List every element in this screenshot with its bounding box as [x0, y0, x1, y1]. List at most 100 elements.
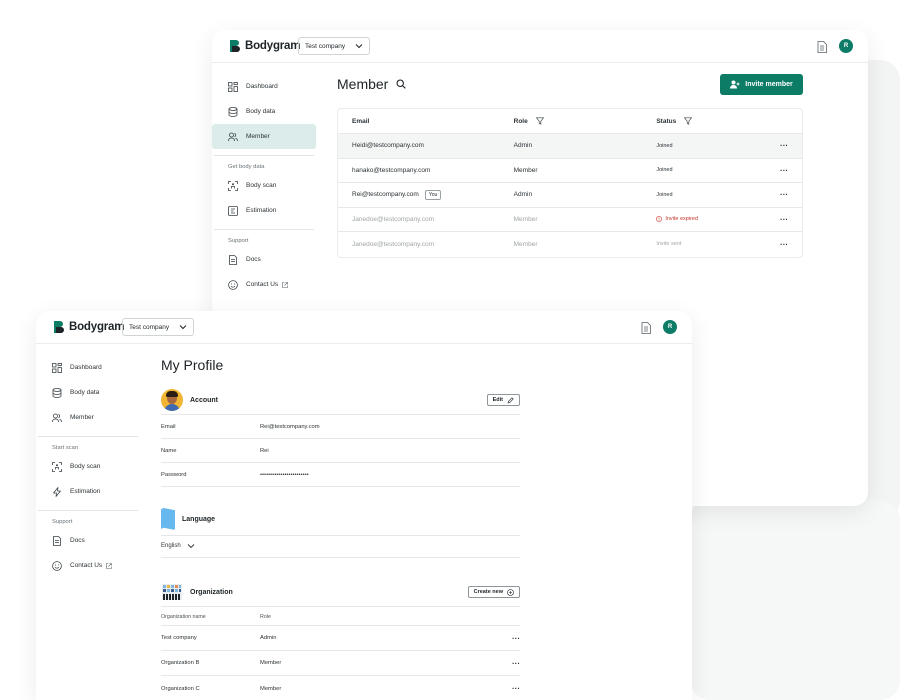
sidebar-item-body-scan[interactable]: Body scan — [212, 173, 316, 198]
edit-label: Edit — [492, 397, 503, 403]
scan-icon — [228, 180, 238, 191]
table-row: Organization C Member ··· — [161, 676, 520, 700]
more-options-button[interactable]: ··· — [766, 141, 802, 150]
table-row: Test company Admin ··· — [161, 626, 520, 651]
member-status: Joined — [656, 191, 673, 198]
filter-icon[interactable] — [535, 117, 544, 125]
lightning-icon — [53, 486, 61, 497]
company-select[interactable]: Test company — [122, 318, 195, 336]
sidebar-item-dashboard[interactable]: Dashboard — [36, 355, 140, 380]
sidebar-item-label: Contact Us — [246, 281, 279, 288]
member-email-cell: Rei@testcompany.com You — [338, 189, 514, 200]
filter-icon[interactable] — [684, 117, 693, 125]
table-header: Email Role Status — [338, 109, 802, 134]
sidebar-item-contact-us[interactable]: Contact Us — [36, 553, 140, 578]
sidebar-item-dashboard[interactable]: Dashboard — [212, 74, 316, 99]
more-options-button[interactable]: ··· — [500, 659, 520, 668]
table-row[interactable]: Janedoe@testcompany.com Member Invite se… — [338, 232, 802, 257]
user-avatar[interactable]: R — [839, 39, 853, 53]
sidebar-item-body-scan[interactable]: Body scan — [36, 454, 140, 479]
column-header-status[interactable]: Status — [656, 117, 766, 125]
organization-name: Test company — [161, 635, 197, 641]
sidebar-item-estimation[interactable]: Estimation — [212, 198, 316, 223]
document-icon[interactable] — [817, 41, 827, 53]
bodygram-logo[interactable]: Bodygram — [228, 39, 300, 53]
sidebar-item-label: Member — [70, 414, 94, 421]
user-avatar[interactable]: R — [663, 320, 677, 334]
more-options-button[interactable]: ··· — [766, 190, 802, 199]
sidebar-item-contact-us[interactable]: Contact Us — [212, 272, 316, 297]
sidebar-item-label: Body data — [246, 108, 276, 115]
account-row-name: Name Rei — [161, 439, 520, 463]
member-email: Heidi@testcompany.com — [352, 142, 424, 150]
sidebar-item-docs[interactable]: Docs — [36, 528, 140, 553]
sidebar-item-label: Contact Us — [70, 562, 103, 569]
sidebar: Dashboard Body data Member Start scan Bo… — [36, 344, 140, 578]
document-icon[interactable] — [641, 322, 651, 334]
sidebar-item-label: Dashboard — [246, 83, 278, 90]
company-select[interactable]: Test company — [298, 37, 371, 55]
database-icon — [228, 106, 238, 117]
search-icon[interactable] — [396, 79, 407, 89]
more-options-button[interactable]: ··· — [500, 684, 520, 693]
members-table: Email Role Status Heidi@testcompany.com … — [337, 108, 803, 258]
chevron-down-icon — [179, 325, 187, 330]
sidebar-item-docs[interactable]: Docs — [212, 247, 316, 272]
bodygram-logo-icon — [54, 321, 64, 333]
more-options-button[interactable]: ··· — [500, 634, 520, 643]
chevron-down-icon — [355, 44, 363, 49]
bodygram-logo[interactable]: Bodygram — [52, 320, 124, 334]
more-options-button[interactable]: ··· — [766, 240, 802, 249]
member-status: Joined — [656, 167, 673, 174]
member-role: Admin — [513, 191, 533, 199]
language-section-header: Language — [161, 507, 520, 531]
dashboard-icon — [52, 362, 62, 373]
docs-icon — [53, 535, 61, 546]
users-icon — [52, 413, 62, 422]
sidebar-item-member[interactable]: Member — [36, 405, 140, 430]
member-role: Member — [513, 215, 538, 223]
sidebar-item-label: Dashboard — [70, 364, 102, 371]
brand-name: Bodygram — [69, 321, 125, 333]
table-row[interactable]: hanako@testcompany.com Member Joined ··· — [338, 159, 802, 183]
member-role: Admin — [513, 142, 533, 150]
bodygram-logo-icon — [230, 40, 240, 52]
sidebar-item-label: Body data — [70, 389, 100, 396]
table-row[interactable]: Rei@testcompany.com You Admin Joined ··· — [338, 183, 802, 208]
account-section-header: Account Edit — [161, 389, 520, 411]
sidebar-item-label: Body scan — [70, 463, 101, 470]
plus-circle-icon — [507, 588, 514, 596]
invite-member-button[interactable]: Invite member — [720, 74, 803, 95]
edit-account-button[interactable]: Edit — [486, 394, 520, 406]
external-link-icon — [106, 562, 112, 569]
sidebar-item-member[interactable]: Member — [212, 124, 316, 149]
warning-icon — [656, 216, 663, 223]
database-icon — [52, 387, 62, 398]
column-header-role[interactable]: Role — [514, 117, 657, 125]
language-select[interactable]: English — [161, 542, 195, 550]
more-options-button[interactable]: ··· — [766, 215, 802, 224]
sidebar-item-label: Body scan — [246, 182, 277, 189]
create-organization-button[interactable]: Create new — [467, 586, 520, 598]
sidebar-item-body-data[interactable]: Body data — [36, 380, 140, 405]
column-header-email[interactable]: Email — [338, 118, 514, 125]
external-link-icon — [282, 281, 288, 288]
column-header-role-label: Role — [513, 117, 528, 125]
profile-avatar — [161, 389, 183, 411]
page-title-text: Member — [337, 76, 389, 92]
field-label: Name — [161, 447, 177, 454]
more-options-button[interactable]: ··· — [766, 166, 802, 175]
field-value: •••••••••••••••••••••••• — [260, 471, 309, 478]
sidebar-item-label: Member — [246, 133, 270, 140]
field-value: Rei — [260, 447, 269, 454]
column-header-role: Role — [260, 613, 271, 620]
field-label: Email — [161, 423, 176, 430]
profile-window: Bodygram Test company R Dashboard Body d… — [36, 311, 692, 700]
sidebar-item-estimation[interactable]: Estimation — [36, 479, 140, 504]
table-row[interactable]: Janedoe@testcompany.com Member Invite ex… — [338, 208, 802, 232]
smile-icon — [52, 560, 62, 571]
background-shape — [690, 500, 900, 700]
table-row[interactable]: Heidi@testcompany.com Admin Joined ··· — [338, 134, 802, 159]
organization-icon — [162, 584, 182, 600]
sidebar-item-body-data[interactable]: Body data — [212, 99, 316, 124]
